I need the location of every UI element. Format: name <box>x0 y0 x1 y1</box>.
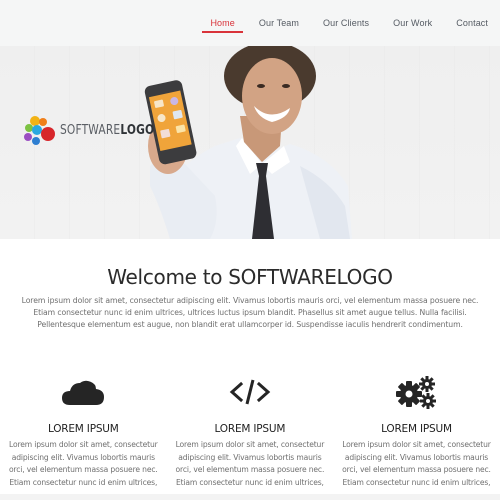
welcome-section: Welcome to SOFTWARELOGO Lorem ipsum dolo… <box>0 265 500 331</box>
logo-text-light: SOFTWARE <box>60 122 121 138</box>
eye-right <box>282 84 290 88</box>
eye-left <box>257 84 265 88</box>
feature-body: Lorem ipsum dolor sit amet, consectetur … <box>342 440 491 487</box>
code-icon <box>167 375 334 409</box>
feature-card: LOREM IPSUM Lorem ipsum dolor sit amet, … <box>0 375 167 489</box>
nav-item-our-clients[interactable]: Our Clients <box>311 0 381 46</box>
cloud-icon <box>0 375 167 409</box>
welcome-body: Lorem ipsum dolor sit amet, consectetur … <box>21 296 479 329</box>
feature-card: LOREM IPSUM Lorem ipsum dolor sit amet, … <box>167 375 334 489</box>
feature-title: LOREM IPSUM <box>381 423 452 435</box>
site-header: Home Our Team Our Clients Our Work Conta… <box>0 0 500 46</box>
nav-item-our-team[interactable]: Our Team <box>247 0 311 46</box>
nav-item-home[interactable]: Home <box>198 0 246 46</box>
face-shape <box>242 58 302 134</box>
feature-body: Lorem ipsum dolor sit amet, consectetur … <box>175 440 325 487</box>
software-logo[interactable]: SOFTWARELOGO <box>22 113 175 147</box>
nav-item-our-work[interactable]: Our Work <box>381 0 444 46</box>
welcome-title-bold: LOGO <box>336 265 394 289</box>
welcome-title-prefix: Welcome to SOFTWARE <box>107 265 337 289</box>
feature-card: LOREM IPSUM Lorem ipsum dolor sit amet, … <box>333 375 500 489</box>
logo-text-bold: LOGO <box>120 122 155 138</box>
feature-body: Lorem ipsum dolor sit amet, consectetur … <box>8 440 158 487</box>
logo-mark-icon <box>24 116 55 145</box>
feature-title: LOREM IPSUM <box>214 423 286 435</box>
welcome-title: Welcome to SOFTWARELOGO <box>0 265 500 289</box>
bottom-scroll-edge <box>0 494 500 500</box>
nav-item-contact[interactable]: Contact <box>444 0 500 46</box>
feature-title: LOREM IPSUM <box>47 423 119 435</box>
main-nav: Home Our Team Our Clients Our Work Conta… <box>198 0 500 46</box>
features-section: LOREM IPSUM Lorem ipsum dolor sit amet, … <box>0 375 500 489</box>
logo-text: SOFTWARELOGO <box>60 123 154 138</box>
gears-icon <box>333 375 500 409</box>
